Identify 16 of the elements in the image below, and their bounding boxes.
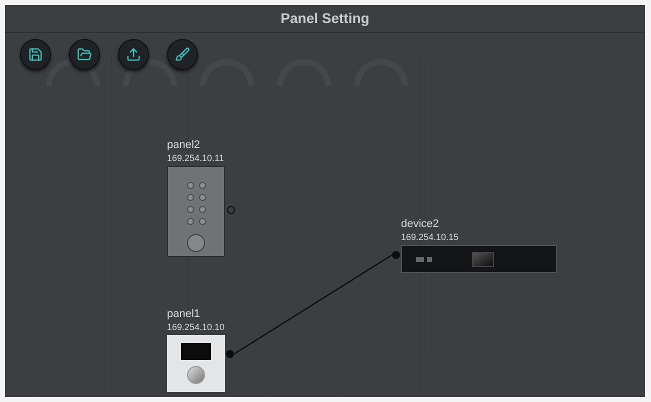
toolbar-button[interactable]: [20, 39, 51, 70]
device-name: panel2: [167, 138, 200, 152]
device-name: panel1: [167, 307, 200, 321]
ip-address: 169.254.10.10: [167, 321, 225, 333]
ip-address: 169.254.10.11: [167, 152, 224, 164]
window-title: Panel Setting: [280, 9, 370, 28]
brush-icon: [175, 47, 190, 62]
dimmed-dial-drawing: [200, 59, 254, 86]
knob-panel-drawing: [167, 335, 225, 392]
ip-address: 169.254.10.15: [401, 231, 459, 243]
upload-icon: [126, 47, 141, 62]
toolbar-button[interactable]: [118, 39, 149, 70]
folder-icon: [77, 47, 92, 62]
toolbar-button[interactable]: [167, 39, 198, 70]
device-name: device2: [401, 217, 439, 231]
toolbar-button[interactable]: [69, 39, 100, 70]
